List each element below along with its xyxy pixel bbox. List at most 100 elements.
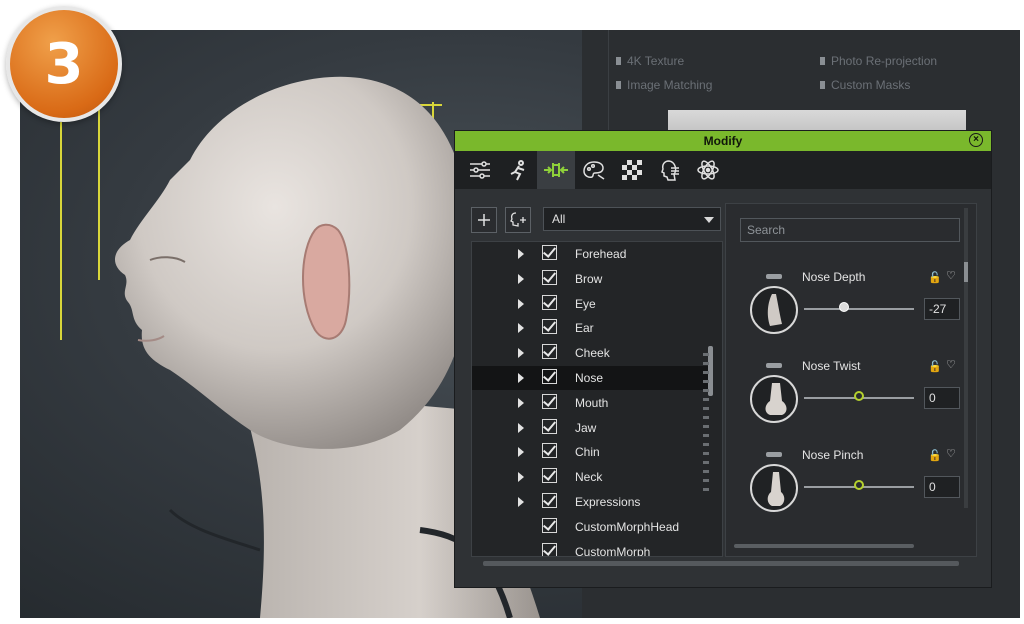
checkbox[interactable] [542,493,557,508]
tree-item-nose[interactable]: Nose [472,366,708,390]
tree-item-custommorph[interactable]: CustomMorph [472,540,708,556]
search-input[interactable]: Search [740,218,960,242]
checker-icon [622,160,642,180]
splitter-handle[interactable] [703,371,709,374]
splitter-handle[interactable] [703,362,709,365]
tab-headshot[interactable] [651,151,689,189]
tab-morph[interactable] [537,151,575,189]
tree-item-expressions[interactable]: Expressions [472,490,708,514]
tree-item-label: Chin [575,445,600,460]
checkbox[interactable] [542,517,557,533]
checkbox[interactable] [542,443,557,459]
tree-item-brow[interactable]: Brow [472,267,708,291]
heart-icon[interactable]: ♡ [946,358,956,371]
tree-item-eye[interactable]: Eye [472,292,708,316]
splitter-handle[interactable] [703,479,709,482]
morph-value-input[interactable]: 0 [924,476,960,498]
atom-icon [697,160,719,180]
heart-icon[interactable]: ♡ [946,447,956,460]
custom-morph-button[interactable] [505,207,531,233]
splitter-handle[interactable] [703,443,709,446]
morph-type-indicator [766,363,782,368]
tab-texture[interactable] [613,151,651,189]
splitter-handle[interactable] [703,398,709,401]
expand-arrow-icon[interactable] [518,348,524,359]
tree-item-chin[interactable]: Chin [472,440,708,464]
splitter-handle[interactable] [703,407,709,410]
tree-item-neck[interactable]: Neck [472,465,708,489]
splitter-handle[interactable] [703,470,709,473]
checkbox[interactable] [542,369,557,384]
expand-arrow-icon[interactable] [518,249,524,259]
splitter-handle[interactable] [703,380,709,383]
expand-arrow-icon[interactable] [518,373,524,383]
checkbox[interactable] [542,344,557,360]
sliders-icon [470,161,490,179]
head-profile-icon [661,160,679,181]
checkbox[interactable] [542,542,557,556]
heart-icon[interactable]: ♡ [946,269,956,282]
tree-item-cheek[interactable]: Cheek [472,341,708,365]
morph-value-input[interactable]: 0 [924,387,960,409]
checkbox[interactable] [542,418,557,434]
lock-icon[interactable]: 🔓 [928,360,942,373]
checkbox[interactable] [542,393,557,409]
filter-dropdown[interactable]: All [543,207,721,231]
tree-item-jaw[interactable]: Jaw [472,416,708,440]
morph-slider[interactable] [804,480,914,490]
panel-bottom-scrollbar[interactable] [483,561,959,566]
expand-arrow-icon[interactable] [518,397,524,408]
tab-bar [455,151,991,189]
splitter-handle[interactable] [703,434,709,437]
expand-arrow-icon[interactable] [518,422,524,433]
lock-icon[interactable]: 🔓 [928,449,942,462]
checkbox[interactable] [542,269,557,285]
splitter-handle[interactable] [703,416,709,419]
checkbox[interactable] [542,294,557,310]
tree-item-forehead[interactable]: Forehead [472,242,708,266]
tree-item-ear[interactable]: Ear [472,316,708,340]
morph-thumbnail [750,464,798,512]
tree-item-mouth[interactable]: Mouth [472,391,708,415]
slider-knob[interactable] [854,391,864,401]
splitter-handle[interactable] [703,353,709,356]
lock-icon[interactable]: 🔓 [928,271,942,284]
splitter-handle[interactable] [703,461,709,464]
horizontal-scrollbar[interactable] [734,544,914,548]
splitter-handle[interactable] [703,452,709,455]
modify-title-bar[interactable]: Modify × [455,131,991,151]
tab-sliders[interactable] [461,151,499,189]
expand-arrow-icon[interactable] [518,447,524,458]
close-icon[interactable]: × [969,133,983,147]
checkbox[interactable] [542,319,557,335]
add-button[interactable] [471,207,497,233]
morph-slider[interactable] [804,391,914,401]
tree-item-custommorphhead[interactable]: CustomMorphHead [472,515,708,539]
morph-nose-twist: Nose Twist 🔓 ♡ 0 [726,355,966,435]
splitter-handle[interactable] [703,425,709,428]
morph-value-input[interactable]: -27 [924,298,960,320]
splitter-handle[interactable] [703,488,709,491]
expand-arrow-icon[interactable] [518,273,524,284]
morph-slider[interactable] [804,302,914,312]
morph-value: -27 [929,302,947,316]
expand-arrow-icon[interactable] [518,323,524,334]
expand-arrow-icon[interactable] [518,472,524,483]
chevron-down-icon [704,217,714,223]
expand-arrow-icon[interactable] [518,298,524,309]
tab-appearance[interactable] [575,151,613,189]
panel-title: Modify [703,134,743,148]
morph-type-indicator [766,274,782,279]
tab-physics[interactable] [689,151,727,189]
nose-thumbnail-icon [767,294,782,326]
filter-value: All [552,212,566,226]
expand-arrow-icon[interactable] [518,497,524,507]
tab-pose[interactable] [499,151,537,189]
checkbox[interactable] [542,468,557,484]
slider-knob[interactable] [838,302,849,312]
tree-item-label: Nose [575,371,604,385]
splitter-handle[interactable] [703,389,709,392]
slider-knob[interactable] [854,480,864,490]
morph-category-tree: Forehead Brow Eye Ear Cheek Nose Mouth Jaw Chin N… [471,241,723,557]
checkbox[interactable] [542,245,557,260]
